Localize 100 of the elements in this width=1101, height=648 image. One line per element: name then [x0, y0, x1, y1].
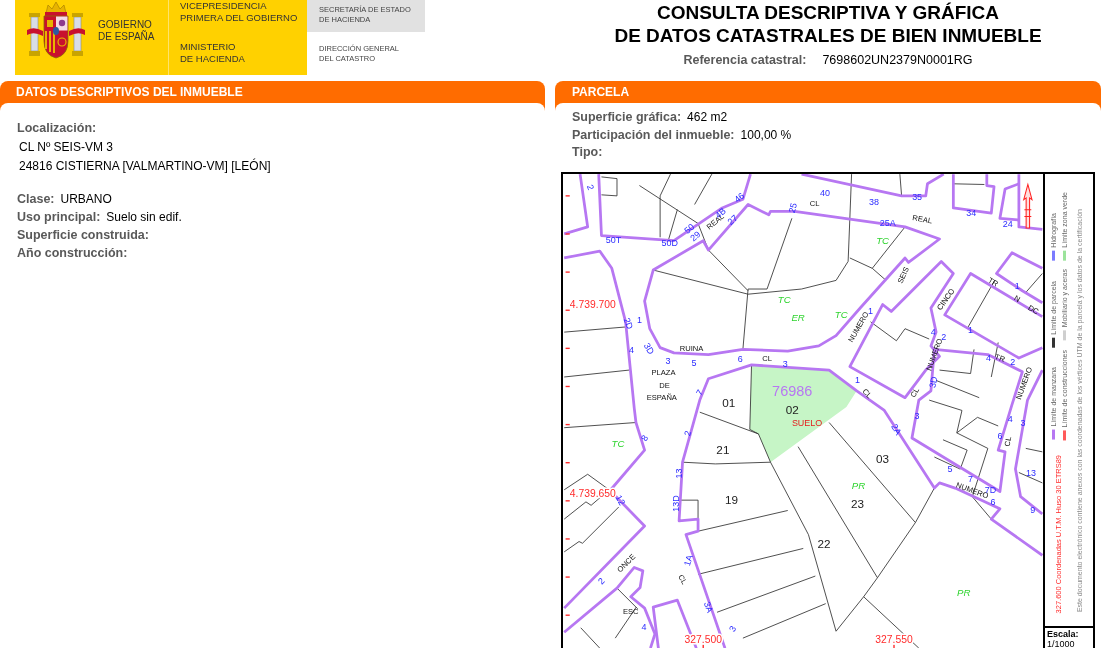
block-boundary-line [998, 182, 1020, 222]
ministry-name: MINISTERIO DE HACIENDA [180, 41, 246, 65]
house-number-label: 25A [879, 217, 896, 228]
house-number-label: 6 [737, 354, 743, 365]
parcel-boundary-line [863, 596, 920, 648]
zone-code-label: ER [791, 312, 805, 324]
parcel-number-label: 22 [817, 536, 831, 550]
house-number-label: 3 [782, 359, 788, 370]
zone-code-label: PR [957, 587, 971, 599]
parcel-number-label: 03 [876, 452, 890, 466]
parcel-number-label: 19 [725, 492, 739, 506]
parcel-boundary-line [899, 174, 902, 197]
house-number-label: 6 [990, 496, 996, 507]
field-value: 462 m2 [687, 109, 728, 126]
address-line: CL Nº SEIS-VM 3 [19, 140, 113, 154]
coordinate-tick [564, 614, 571, 616]
house-number-label: 3 [727, 624, 739, 634]
zone-code-label: TC [876, 234, 890, 246]
coordinate-tick [564, 462, 571, 464]
coat-of-arms-icon [26, 1, 86, 61]
house-number-label: 2 [596, 575, 607, 587]
field-value: 100,00 % [740, 126, 792, 144]
coordinate-tick [564, 538, 571, 540]
house-number-label: 3 [1020, 417, 1026, 428]
zone-code-label: TC [611, 437, 625, 449]
house-number-label: 3 [914, 410, 920, 421]
reference-label: Referencia catastral: [683, 52, 807, 69]
field-label: Clase: [17, 191, 55, 208]
house-number-label: 4 [629, 344, 634, 355]
house-number-label: 1 [854, 374, 860, 385]
house-number-label: 4 [930, 327, 936, 338]
field-label: Año construcción: [17, 245, 128, 262]
document-title: CONSULTA DESCRIPTIVA Y GRÁFICA DE DATOS CATASTRALES DE BIEN INMUEBLE [614, 1, 1042, 47]
house-number-label: 25 [786, 201, 800, 215]
coordinate-tick [702, 644, 704, 648]
land-use-label: SUELO [791, 417, 823, 428]
scale-label: Escala: [1047, 629, 1080, 639]
zone-code-label: TC [834, 309, 848, 321]
house-number-label: 4 [1007, 414, 1013, 425]
field-label: Tipo: [572, 144, 603, 161]
house-number-label: 8 [639, 433, 651, 443]
vice-presidency-name: VICEPRESIDENCIA PRIMERA DEL GOBIERNO [180, 0, 298, 24]
house-number-label: 50T [605, 234, 622, 245]
coordinate-tick [564, 347, 571, 350]
house-number-label: 2 [682, 429, 694, 437]
coordinate-tick [564, 271, 571, 273]
parcel-reference-label: 76986 [772, 383, 813, 400]
field-label: Superficie construida: [17, 227, 149, 244]
scale-value: 1/1000 [1047, 639, 1076, 648]
north-arrow-icon [1022, 182, 1033, 229]
parcel-boundary-line [952, 183, 985, 185]
house-number-label: 2 [1010, 356, 1016, 367]
parcel-number-label: 01 [722, 396, 736, 410]
house-number-label: 13D [670, 495, 681, 512]
house-number-label: 46 [732, 190, 747, 205]
coordinate-tick [564, 233, 571, 235]
parcel-number-label: 02 [785, 403, 799, 417]
zone-code-label: PR [851, 480, 866, 492]
parcel-boundary-line [1018, 472, 1043, 484]
coordinate-tick [893, 644, 895, 648]
house-number-label: 7 [968, 473, 974, 484]
house-number-label: 40 [820, 188, 830, 199]
field-label: Uso principal: [17, 209, 101, 226]
parcel-boundary-line [1025, 273, 1043, 293]
house-number-label: 3A [701, 600, 715, 614]
parcel-number-label: 23 [850, 497, 864, 511]
house-number-label: 13 [674, 468, 685, 479]
house-number-label: 2 [584, 183, 596, 192]
house-number-label: 35 [912, 191, 923, 202]
house-number-label: 1 [636, 315, 642, 326]
parcel-boundary-line [1025, 447, 1043, 453]
government-name: GOBIERNO DE ESPAÑA [98, 19, 156, 44]
parcel-boundary-line [580, 627, 601, 648]
parcel-boundary-line [563, 369, 630, 378]
address-line: 24816 CISTIERNA [VALMARTINO-VM] [LEÓN] [19, 159, 271, 173]
house-number-label: 1A [682, 553, 695, 568]
house-number-label: 5 [947, 464, 953, 475]
house-number-label: 3D [927, 375, 940, 389]
parcel-boundary-line [601, 176, 618, 197]
house-number-label: 5 [691, 358, 697, 369]
coordinate-tick [564, 423, 571, 426]
house-number-label: 2D [621, 316, 636, 331]
house-number-label: 4 [641, 622, 647, 633]
house-number-label: 1 [968, 325, 974, 336]
coordinate-tick [564, 385, 571, 388]
coordinate-tick [564, 500, 571, 502]
coordinate-tick [564, 576, 571, 578]
field-value: URBANO [60, 191, 112, 208]
house-number-label: 34 [966, 208, 977, 219]
house-number-label: 2A [889, 422, 904, 437]
coordinate-label: 4.739.700 [569, 299, 616, 311]
house-number-label: 4 [986, 353, 991, 363]
house-number-label: 27 [725, 213, 740, 228]
house-number-label: 50D [661, 238, 678, 249]
house-number-label: 13 [1026, 467, 1036, 478]
house-number-label: 9 [1030, 505, 1036, 516]
house-number-label: 7 [694, 387, 706, 398]
house-number-label: 6 [997, 431, 1003, 442]
house-number-label: 38 [869, 197, 879, 208]
coordinate-tick [564, 309, 571, 311]
